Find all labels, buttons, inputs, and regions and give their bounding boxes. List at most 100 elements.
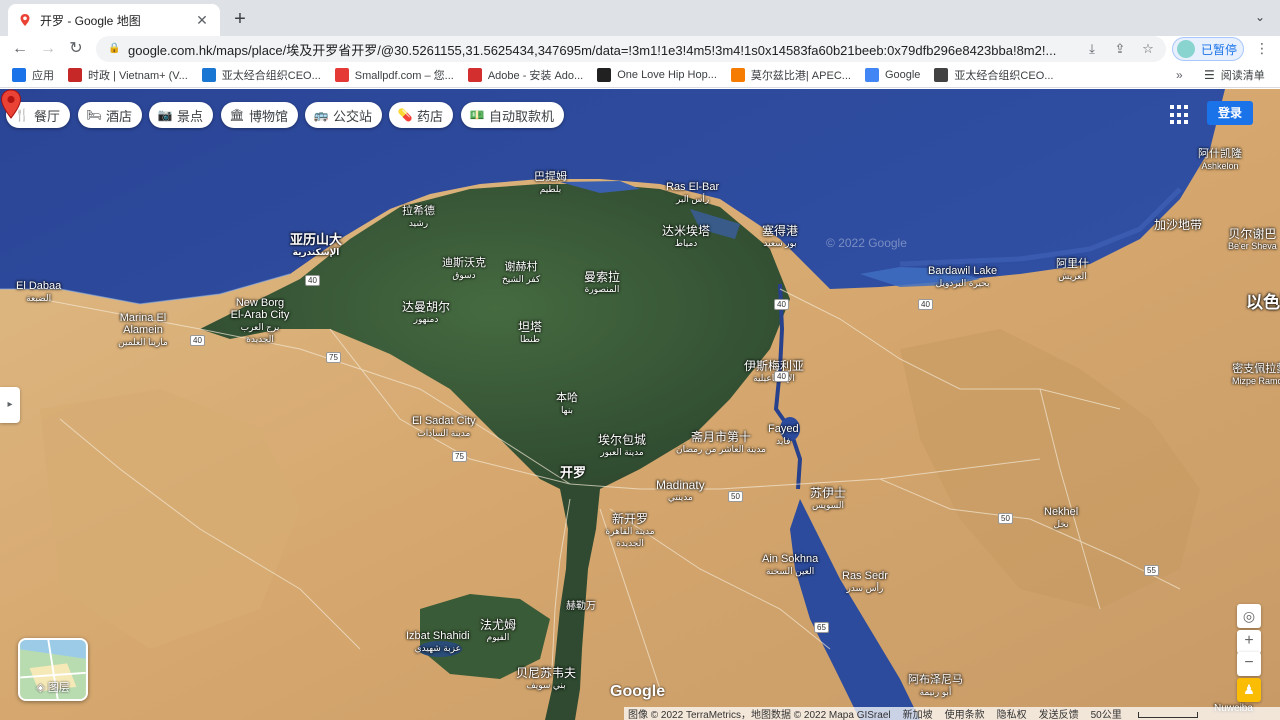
zoom-out-button[interactable]: − xyxy=(1237,652,1261,676)
place-ras-el-bar[interactable]: Ras El-Bar رأس البر xyxy=(666,181,719,205)
bookmark-item[interactable]: 莫尔兹比港| APEC... xyxy=(730,67,851,83)
place-fayed[interactable]: Fayed فايد xyxy=(768,423,799,447)
bookmark-item[interactable]: Smallpdf.com – 您... xyxy=(334,67,454,83)
place-abu-zenima[interactable]: 阿布泽尼马 أبو زنيمة xyxy=(908,674,963,698)
new-tab-button[interactable]: + xyxy=(228,8,252,32)
feedback-link[interactable]: 发送反馈 xyxy=(1039,706,1079,720)
bookmark-favicon-icon xyxy=(68,67,82,82)
back-icon[interactable]: ← xyxy=(8,37,32,61)
google-logo: Google xyxy=(610,683,666,700)
place-gaza[interactable]: 加沙地带 xyxy=(1154,219,1202,231)
privacy-link[interactable]: 隐私权 xyxy=(997,706,1027,720)
place-alexandria[interactable]: 亚历山大 الإسكندرية xyxy=(290,233,342,258)
profile-button[interactable]: 已暂停 xyxy=(1172,37,1244,61)
tab-active[interactable]: 开罗 - Google 地图 ✕ xyxy=(8,4,220,36)
bookmark-star-icon[interactable]: ☆ xyxy=(1140,41,1156,57)
install-icon[interactable]: ⤓ xyxy=(1084,41,1100,57)
my-location-icon[interactable]: ◎ xyxy=(1237,604,1261,628)
place-port-said[interactable]: 塞得港 بور سعيد xyxy=(762,225,798,249)
forward-icon[interactable]: → xyxy=(36,37,60,61)
chip-attractions[interactable]: 📷 景点 xyxy=(149,102,214,128)
place-ras-sedr[interactable]: Ras Sedr رأس سدر xyxy=(842,570,888,594)
address-bar[interactable]: 🔒 google.com.hk/maps/place/埃及开罗省开罗/@30.5… xyxy=(96,36,1166,62)
country-israel[interactable]: 以色列 xyxy=(1246,294,1280,311)
place-tanta[interactable]: 坦塔 طنطا xyxy=(518,321,542,345)
scale-bar[interactable]: 50公里 xyxy=(1091,706,1210,720)
bookmark-item[interactable]: 亚太经合组织CEO... xyxy=(934,67,1053,83)
transit-icon: 🚌 xyxy=(313,108,329,122)
place-ashkelon[interactable]: 阿什凯隆 Ashkelon xyxy=(1198,148,1242,172)
bookmark-item[interactable]: Adobe - 安装 Ado... xyxy=(467,67,583,83)
map-canvas[interactable]: 🍴 餐厅 🛏 酒店 📷 景点 🏛 博物馆 🚌 公交站 💊 药店 💵 自动取款机 登录 巴提姆 بلطيم R… xyxy=(0,89,1280,720)
bookmark-label: 时政 | Vietnam+ (V... xyxy=(88,69,188,82)
zoom-in-button[interactable]: + xyxy=(1237,630,1261,654)
chip-atms[interactable]: 💵 自动取款机 xyxy=(461,102,565,128)
place-faiyum[interactable]: 法尤姆 الفيوم xyxy=(480,619,516,643)
place-bardawil[interactable]: Bardawil Lake بحيرة البردويل xyxy=(928,265,997,289)
place-sadat[interactable]: El Sadat City مدينة السادات xyxy=(412,415,476,439)
bookmark-item[interactable]: 亚太经合组织CEO... xyxy=(201,67,321,83)
place-arish[interactable]: 阿里什 العريش xyxy=(1056,258,1089,282)
place-ain-sokhna[interactable]: Ain Sokhna العين السخنة xyxy=(762,553,818,577)
museums-icon: 🏛 xyxy=(229,108,245,122)
chip-hotels[interactable]: 🛏 酒店 xyxy=(78,102,143,128)
place-tenth[interactable]: 斋月市第十 مدينة العاشر من رمضان xyxy=(676,431,766,455)
place-cairo[interactable]: 开罗 xyxy=(560,466,586,479)
browser-menu-icon[interactable]: ⋮ xyxy=(1254,40,1270,58)
place-mansoura[interactable]: 曼索拉 المنصورة xyxy=(584,271,620,295)
share-icon[interactable]: ⇪ xyxy=(1112,41,1128,57)
attractions-icon: 📷 xyxy=(157,108,173,122)
place-sherbin[interactable]: 谢赫村 كفر الشيخ xyxy=(502,261,540,285)
chip-pharmacies[interactable]: 💊 药店 xyxy=(389,102,454,128)
close-tab-icon[interactable]: ✕ xyxy=(194,12,210,28)
location-pin-icon[interactable] xyxy=(0,89,22,119)
pharmacies-icon: 💊 xyxy=(397,108,413,122)
bookmark-item[interactable]: 时政 | Vietnam+ (V... xyxy=(68,67,188,83)
reload-icon[interactable]: ↻ xyxy=(64,37,88,61)
place-rashid[interactable]: 拉希德 رشيد xyxy=(402,205,435,229)
road-shield: 50 xyxy=(998,513,1013,524)
place-izbat[interactable]: Izbat Shahidi عزبة شهيدي xyxy=(406,630,470,654)
pegman-icon[interactable]: ♟ xyxy=(1237,678,1261,702)
place-baltim[interactable]: 巴提姆 بلطيم xyxy=(534,171,567,195)
place-madinaty[interactable]: Madinaty مدينتي xyxy=(656,479,705,503)
place-mitzpe[interactable]: 密支佩拉蒙Mizpe Ramon xyxy=(1232,363,1280,387)
reading-list-button[interactable]: ☰ 阅读清单 xyxy=(1204,67,1265,83)
road-shield: 75 xyxy=(326,352,341,363)
road-shield: 65 xyxy=(814,622,829,633)
place-beni-suef[interactable]: 贝尼苏韦夫 بني سويف xyxy=(516,667,576,691)
place-damietta[interactable]: 达米埃塔 دمياط xyxy=(662,225,710,249)
place-damanhur[interactable]: 达曼胡尔 دمنهور xyxy=(402,301,450,325)
road-shield: 40 xyxy=(305,275,320,286)
chip-transit[interactable]: 🚌 公交站 xyxy=(305,102,383,128)
bookmark-item[interactable]: Google xyxy=(864,67,920,82)
bookmarks-more-icon[interactable]: » xyxy=(1176,68,1183,82)
place-new-cairo[interactable]: 新开罗 مدينة القاهرة الجديدة xyxy=(594,513,666,549)
bookmark-item[interactable]: 应用 xyxy=(12,67,54,83)
place-desouk[interactable]: 迪斯沃克 دسوق xyxy=(442,257,486,281)
road-shield: 40 xyxy=(774,299,789,310)
place-marina[interactable]: Marina El Alamein مارينا العلمين xyxy=(118,312,168,348)
chip-label: 自动取款机 xyxy=(489,108,555,124)
place-benha[interactable]: 本哈 بنها xyxy=(556,392,578,416)
place-helwan[interactable]: 赫勒万 xyxy=(566,601,596,613)
place-obour[interactable]: 埃尔包城 مدينة العبور xyxy=(598,434,646,458)
place-new-borg[interactable]: New Borg El-Arab City برج العرب الجديدة xyxy=(230,297,290,345)
google-apps-icon[interactable] xyxy=(1170,105,1190,125)
bookmark-label: Smallpdf.com – 您... xyxy=(354,69,454,82)
bookmarks-bar: 应用 时政 | Vietnam+ (V... 亚太经合组织CEO... Smallpd… xyxy=(0,62,1280,88)
place-suez[interactable]: 苏伊士 السويس xyxy=(810,487,846,511)
bookmark-favicon-icon xyxy=(467,67,482,82)
expand-panel-button[interactable]: ▸ xyxy=(0,387,20,423)
bookmark-item[interactable]: One Love Hip Hop... xyxy=(597,67,717,82)
place-el-dabaa[interactable]: El Dabaa الضبعة xyxy=(16,280,61,304)
tab-search-icon[interactable]: ⌄ xyxy=(1252,10,1268,26)
road-shield: 55 xyxy=(1144,565,1159,576)
country-link[interactable]: 新加坡 xyxy=(903,706,933,720)
terms-link[interactable]: 使用条款 xyxy=(945,706,985,720)
chip-museums[interactable]: 🏛 博物馆 xyxy=(221,102,299,128)
place-nekhel[interactable]: Nekhel نخل xyxy=(1044,506,1078,530)
signin-button[interactable]: 登录 xyxy=(1207,101,1253,125)
layers-button[interactable]: ◈ 图层 xyxy=(18,638,88,701)
place-beer-sheva[interactable]: 贝尔谢巴 Be'er Sheva xyxy=(1228,228,1277,252)
